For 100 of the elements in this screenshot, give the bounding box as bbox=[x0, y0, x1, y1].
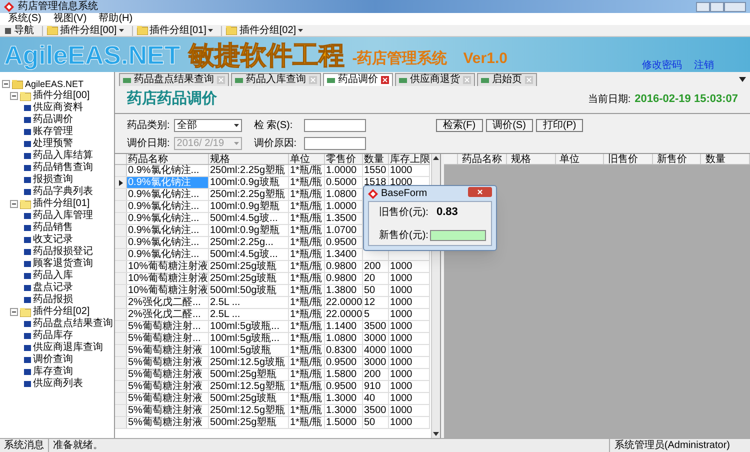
table-cell-text: 12 bbox=[363, 297, 376, 309]
tree-item[interactable]: 插件分组[00] bbox=[33, 90, 90, 102]
plugin-group-button[interactable]: 插件分组[00] bbox=[42, 26, 124, 36]
collapse-icon[interactable] bbox=[10, 92, 18, 100]
tree-item[interactable]: 药品报损 bbox=[33, 294, 73, 306]
table-cell-text: 5%葡萄糖注射液 bbox=[127, 417, 204, 429]
category-dropdown[interactable]: 全部 bbox=[174, 119, 242, 132]
column-header[interactable]: 药品名称 bbox=[458, 154, 507, 164]
table-cell-text: 1550 bbox=[363, 165, 388, 177]
column-header[interactable]: 新售价 bbox=[652, 154, 702, 164]
column-header[interactable]: 单位 bbox=[556, 154, 604, 164]
tree-item[interactable]: 库存查询 bbox=[33, 366, 73, 378]
close-icon[interactable] bbox=[381, 76, 389, 84]
table-cell-text: 100ml:0.9g塑瓶 bbox=[209, 201, 280, 212]
slogan-text: 敏捷软件工程 bbox=[188, 42, 344, 68]
tree-item[interactable]: 供应商列表 bbox=[33, 378, 83, 390]
menu-item[interactable]: 系统(S) bbox=[8, 14, 42, 24]
tree-item[interactable]: 盘点记录 bbox=[33, 282, 73, 294]
close-button[interactable] bbox=[724, 2, 746, 12]
table-cell-text: 1*瓶/瓶 bbox=[289, 189, 324, 201]
minimize-button[interactable] bbox=[696, 2, 710, 12]
column-header[interactable]: 规格 bbox=[507, 154, 556, 164]
plugin-group-button[interactable]: 插件分组[01] bbox=[132, 26, 214, 36]
action-button[interactable]: 打印(P) bbox=[536, 119, 584, 132]
column-header[interactable]: 零售价 bbox=[325, 154, 363, 164]
table-cell-text: 1*瓶/瓶 bbox=[289, 297, 324, 309]
plugin-group-button[interactable]: 插件分组[02] bbox=[221, 26, 304, 36]
tree-item[interactable]: 药品报损登记 bbox=[33, 246, 93, 258]
menu-item[interactable]: 视图(V) bbox=[53, 14, 87, 24]
table-cell-text: 250ml:2.25g塑瓶 bbox=[209, 189, 286, 200]
table-cell-text: 0.9%氯化钠注... bbox=[127, 165, 200, 176]
table-cell-text: 1000 bbox=[389, 405, 414, 417]
tree-item[interactable]: 插件分组[01] bbox=[33, 198, 90, 210]
tree-item[interactable]: 药品销售查询 bbox=[33, 162, 93, 174]
banner-link[interactable]: 注销 bbox=[694, 61, 714, 71]
scroll-up-icon[interactable] bbox=[432, 154, 440, 162]
tree-item[interactable]: 收支记录 bbox=[33, 234, 73, 246]
table-cell-text: 1000 bbox=[389, 381, 414, 393]
table-cell-text: 500ml:25g塑瓶 bbox=[209, 369, 278, 380]
table-cell-text: 0.9500 bbox=[325, 357, 358, 369]
table-cell-text: 1*瓶/瓶 bbox=[289, 405, 324, 417]
collapse-icon[interactable] bbox=[2, 80, 10, 88]
column-header[interactable]: 数量 bbox=[701, 154, 750, 164]
table-cell-text: 1.0000 bbox=[325, 165, 358, 177]
column-header[interactable]: 旧售价 bbox=[604, 154, 653, 164]
tab[interactable]: 药品盘点结果查询 bbox=[119, 73, 229, 86]
tree-item[interactable]: 药品入库结算 bbox=[33, 150, 93, 162]
reason-field[interactable] bbox=[304, 137, 366, 150]
collapse-icon[interactable] bbox=[10, 308, 18, 316]
dropdown-icon bbox=[298, 29, 304, 32]
tree-item[interactable]: 账存管理 bbox=[33, 126, 73, 138]
category-label: 药品类别: bbox=[127, 118, 170, 133]
tab-list-icon[interactable] bbox=[739, 77, 746, 82]
close-button[interactable] bbox=[468, 186, 492, 196]
table-cell-text: 0.9%氯化钠注... bbox=[127, 249, 200, 260]
action-button[interactable]: 调价(S) bbox=[486, 119, 533, 132]
new-price-field[interactable] bbox=[430, 230, 486, 242]
collapse-icon[interactable] bbox=[10, 200, 18, 208]
maximize-button[interactable] bbox=[710, 2, 724, 12]
table-cell-text: 1000 bbox=[389, 333, 414, 345]
table-cell-text: 0.9%氯化钠注 bbox=[127, 177, 192, 188]
tab[interactable]: 供应商退货 bbox=[395, 73, 475, 86]
column-header[interactable]: 规格 bbox=[209, 154, 289, 164]
tree-item[interactable]: 药品盘点结果查询 bbox=[33, 318, 113, 330]
tree-item[interactable]: 药品入库管理 bbox=[33, 210, 93, 222]
folder-icon bbox=[20, 92, 31, 100]
tree-item[interactable]: 供应商资料 bbox=[33, 102, 83, 114]
navigation-button[interactable]: 导航 bbox=[4, 26, 34, 36]
table-cell-text: 0.8300 bbox=[325, 345, 358, 357]
banner-link[interactable]: 修改密码 bbox=[642, 61, 682, 71]
menu-item[interactable]: 帮助(H) bbox=[98, 14, 133, 24]
table-cell-text: 100ml:5g玻瓶... bbox=[209, 321, 280, 332]
table-cell-text: 500ml:25g塑瓶 bbox=[209, 417, 278, 429]
table-cell-text: 3500 bbox=[363, 405, 388, 417]
tab[interactable]: 启始页 bbox=[477, 73, 537, 86]
tree-item[interactable]: 顾客退货查询 bbox=[33, 258, 93, 270]
action-button[interactable]: 检索(F) bbox=[436, 119, 483, 132]
tree-item[interactable]: AgileEAS.NET bbox=[25, 78, 84, 90]
row-header[interactable] bbox=[115, 177, 127, 188]
table-cell-text: 2%强化戊二醛... bbox=[127, 297, 202, 308]
column-header[interactable]: 药品名称 bbox=[127, 154, 209, 164]
tree-item[interactable]: 调价查询 bbox=[33, 354, 73, 366]
tree-item[interactable]: 报损查询 bbox=[33, 174, 73, 186]
tree-item[interactable]: 药品库存 bbox=[33, 330, 73, 342]
tab[interactable]: 药品调价 bbox=[323, 73, 393, 86]
tree-item[interactable]: 药品调价 bbox=[33, 114, 73, 126]
tab[interactable]: 药品入库查询 bbox=[231, 73, 321, 86]
tree-item[interactable]: 药品销售 bbox=[33, 222, 73, 234]
tree-item[interactable]: 药品字典列表 bbox=[33, 186, 93, 198]
tree-item[interactable]: 插件分组[02] bbox=[33, 306, 90, 318]
tree-item[interactable]: 处理预警 bbox=[33, 138, 73, 150]
table-cell-text: 500ml:4.5g玻... bbox=[209, 213, 279, 224]
table-cell-text: 1.1400 bbox=[325, 321, 358, 333]
table-cell-text: 5 bbox=[363, 309, 371, 321]
tree-item[interactable]: 供应商退库查询 bbox=[33, 342, 103, 354]
tree-item[interactable]: 药品入库 bbox=[33, 270, 73, 282]
column-header[interactable]: 数量 bbox=[363, 154, 389, 164]
search-field[interactable] bbox=[304, 119, 366, 132]
table-cell-text: 1*瓶/瓶 bbox=[289, 213, 324, 225]
column-header[interactable]: 单位 bbox=[289, 154, 325, 164]
